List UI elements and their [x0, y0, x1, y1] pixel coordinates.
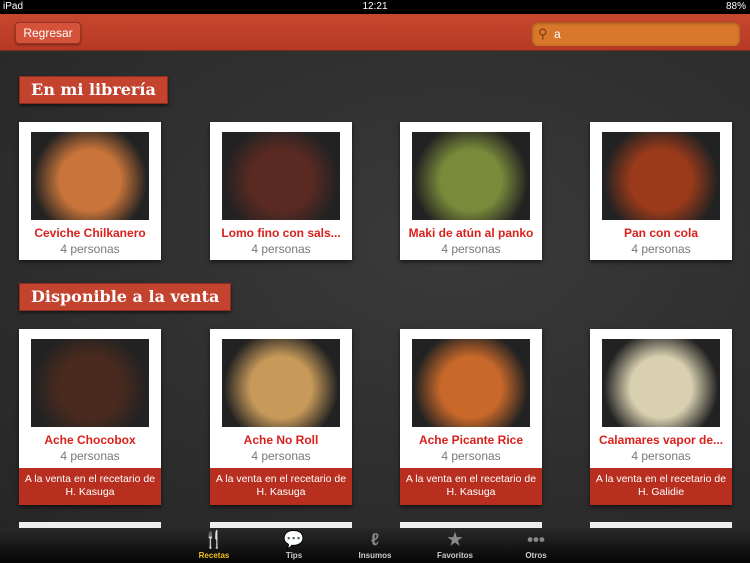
star-icon: ★ [447, 530, 463, 549]
recipe-servings: 4 personas [60, 449, 120, 463]
recipe-servings: 4 personas [441, 449, 501, 463]
sale-banner[interactable]: A la venta en el recetario de H. Galidie [590, 468, 732, 505]
back-button[interactable]: Regresar [15, 22, 81, 44]
recipe-servings: 4 personas [631, 449, 691, 463]
fork-knife-icon: 🍴 [203, 530, 225, 549]
tab-favoritos[interactable]: ★ Favoritos [420, 528, 490, 563]
recipe-card[interactable]: Maki de atún al panko 4 personas [400, 122, 542, 260]
recipe-card[interactable]: Ache Chocobox 4 personas A la venta en el … [19, 329, 161, 505]
recipe-photo [602, 132, 720, 220]
recipe-photo [222, 339, 340, 427]
recipe-card[interactable]: Ceviche Chilkanero 4 personas [19, 122, 161, 260]
search-value: a [554, 27, 561, 41]
search-icon: ⚲ [538, 26, 548, 41]
recipe-card[interactable]: Calamares vapor de... 4 personas A la vent… [590, 329, 732, 505]
recipe-card[interactable]: Ache No Roll 4 personas A la venta en el r… [210, 329, 352, 505]
clock: 12:21 [362, 1, 388, 12]
more-dots-icon: ••• [527, 530, 545, 549]
recipe-title: Ache Picante Rice [418, 433, 524, 447]
chili-pepper-icon: ℓ [370, 530, 380, 549]
tab-tips[interactable]: 💬 Tips [259, 528, 329, 563]
recipe-servings: 4 personas [631, 242, 691, 256]
recipe-photo [412, 339, 530, 427]
recipe-photo [602, 339, 720, 427]
tab-insumos[interactable]: ℓ Insumos [340, 528, 410, 563]
sale-banner[interactable]: A la venta en el recetario de H. Kasuga [210, 468, 352, 505]
recipe-title: Ache No Roll [243, 433, 319, 447]
recipe-card[interactable]: Pan con cola 4 personas [590, 122, 732, 260]
tab-otros[interactable]: ••• Otros [501, 528, 571, 563]
status-bar: iPad 12:21 88% [0, 0, 750, 14]
recipe-title: Calamares vapor de... [598, 433, 724, 447]
recipe-photo [31, 132, 149, 220]
recipe-servings: 4 personas [60, 242, 120, 256]
section-title-library: En mi librería [19, 76, 168, 104]
battery-level: 88% [725, 1, 746, 12]
tab-bar: 🍴 Recetas 💬 Tips ℓ Insumos ★ Favoritos ••• Ot… [0, 528, 750, 563]
recipe-title: Lomo fino con sals... [221, 226, 341, 240]
tab-recetas[interactable]: 🍴 Recetas [179, 528, 249, 563]
recipe-servings: 4 personas [251, 242, 311, 256]
recipe-card[interactable]: Ache Picante Rice 4 personas A la venta en… [400, 329, 542, 505]
section-title-for-sale: Disponible a la venta [19, 283, 232, 311]
sale-banner[interactable]: A la venta en el recetario de H. Kasuga [19, 468, 161, 505]
sale-banner[interactable]: A la venta en el recetario de H. Kasuga [400, 468, 542, 505]
search-input[interactable]: ⚲ a [532, 22, 740, 46]
recipe-servings: 4 personas [251, 449, 311, 463]
recipe-title: Ceviche Chilkanero [34, 226, 146, 240]
speech-bubbles-icon: 💬 [283, 530, 305, 549]
recipe-photo [412, 132, 530, 220]
recipe-title: Pan con cola [623, 226, 699, 240]
recipe-title: Ache Chocobox [44, 433, 136, 447]
recipe-photo [31, 339, 149, 427]
recipe-card[interactable]: Lomo fino con sals... 4 personas [210, 122, 352, 260]
recipe-title: Maki de atún al panko [408, 226, 534, 240]
recipe-photo [222, 132, 340, 220]
recipe-servings: 4 personas [441, 242, 501, 256]
nav-bar: Regresar ⚲ a [0, 14, 750, 51]
